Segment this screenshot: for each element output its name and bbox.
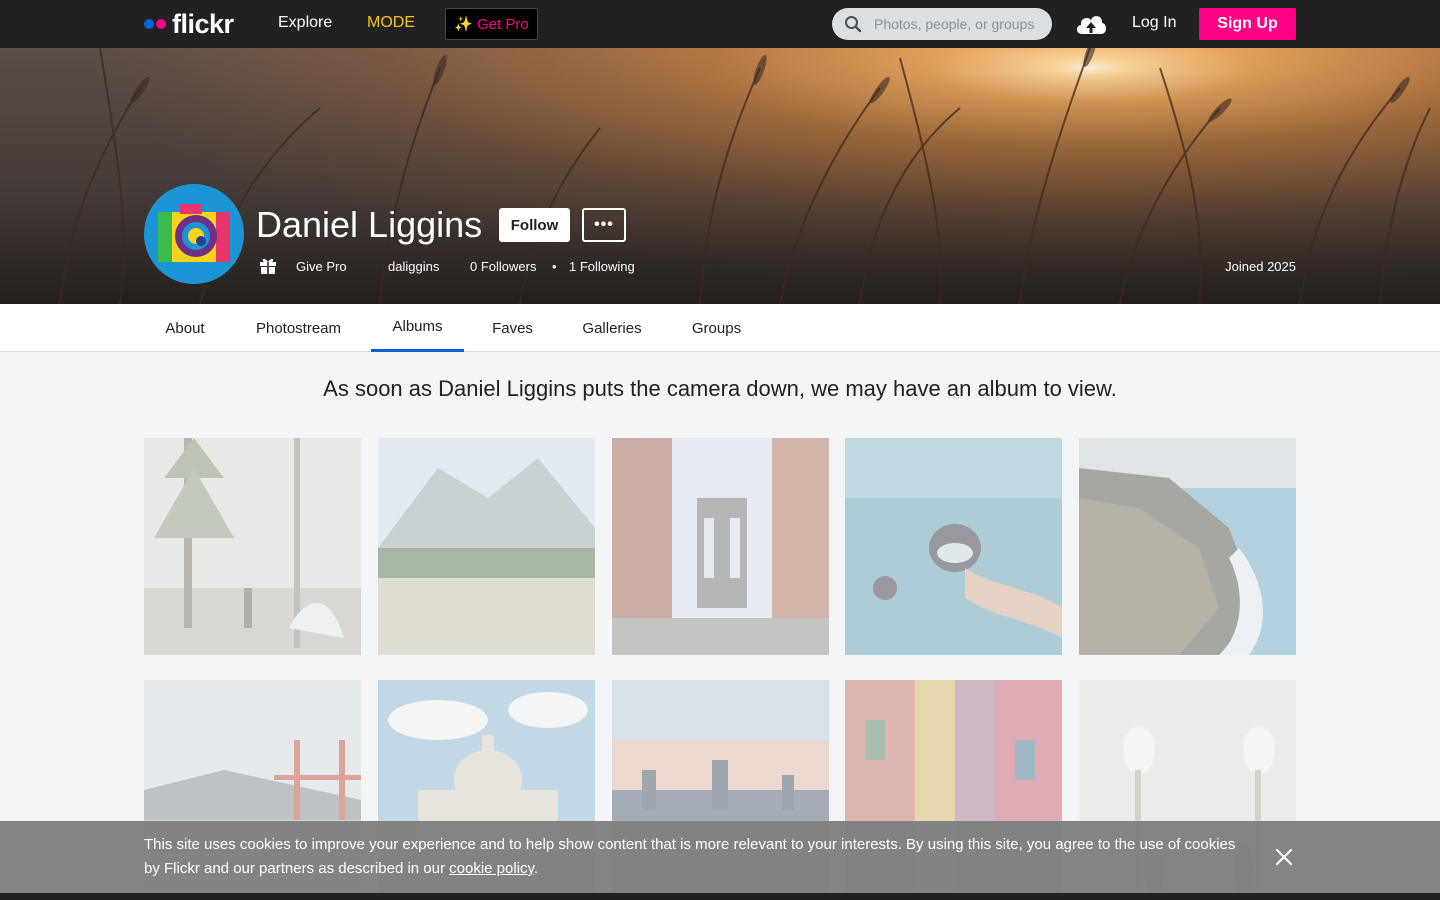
empty-albums-message: As soon as Daniel Liggins puts the camer…: [323, 376, 1117, 401]
logo-wordmark: flickr: [172, 8, 234, 39]
flickr-logo[interactable]: flickr: [144, 8, 234, 39]
search-box[interactable]: [832, 8, 1052, 40]
signup-button[interactable]: Sign Up: [1199, 8, 1296, 40]
upload-cloud-icon[interactable]: [1074, 10, 1108, 38]
placeholder-photo: [1079, 438, 1296, 655]
cookie-policy-link[interactable]: cookie policy: [449, 860, 534, 877]
cookie-text: This site uses cookies to improve your e…: [144, 833, 1254, 881]
logo-pink-dot: [156, 19, 166, 29]
profile-name: Daniel Liggins: [256, 204, 483, 245]
username: daliggins: [388, 259, 440, 274]
more-options-button[interactable]: •••: [582, 208, 626, 242]
close-icon[interactable]: [1272, 845, 1296, 869]
avatar[interactable]: [144, 184, 244, 284]
top-nav: flickr Explore MODE ✨ Get Pro Log In Sig…: [0, 0, 1440, 48]
logo-blue-dot: [144, 19, 154, 29]
get-pro-button[interactable]: ✨ Get Pro: [445, 8, 538, 40]
search-input[interactable]: [874, 16, 1044, 32]
tab-photostream[interactable]: Photostream: [234, 304, 363, 352]
nav-explore[interactable]: Explore: [278, 14, 332, 32]
follow-button[interactable]: Follow: [499, 208, 570, 242]
nav-mode[interactable]: MODE: [367, 14, 415, 32]
tab-albums[interactable]: Albums: [371, 304, 464, 352]
footer-strip: [0, 893, 1440, 900]
profile-tabs: About Photostream Albums Faves Galleries…: [0, 304, 1440, 352]
tab-faves[interactable]: Faves: [472, 304, 553, 352]
tab-about[interactable]: About: [144, 304, 226, 352]
give-pro-link[interactable]: Give Pro: [296, 259, 347, 274]
joined-date: Joined 2025: [1225, 259, 1296, 274]
login-link[interactable]: Log In: [1132, 14, 1176, 32]
placeholder-photo: [144, 438, 361, 655]
followers-count[interactable]: 0 Followers: [470, 259, 536, 274]
following-count[interactable]: 1 Following: [569, 259, 635, 274]
cookie-period: .: [533, 860, 539, 877]
meta-separator: •: [552, 259, 557, 274]
get-pro-label: Get Pro: [477, 15, 529, 33]
placeholder-photo: [612, 438, 829, 655]
gift-icon[interactable]: [258, 255, 278, 275]
sparkle-icon: ✨: [454, 16, 473, 33]
tab-groups[interactable]: Groups: [671, 304, 762, 352]
cookie-banner: This site uses cookies to improve your e…: [0, 821, 1440, 893]
tab-galleries[interactable]: Galleries: [561, 304, 663, 352]
cookie-message: This site uses cookies to improve your e…: [144, 836, 1236, 877]
search-icon: [844, 15, 862, 33]
placeholder-photo: [378, 438, 595, 655]
placeholder-photo: [845, 438, 1062, 655]
